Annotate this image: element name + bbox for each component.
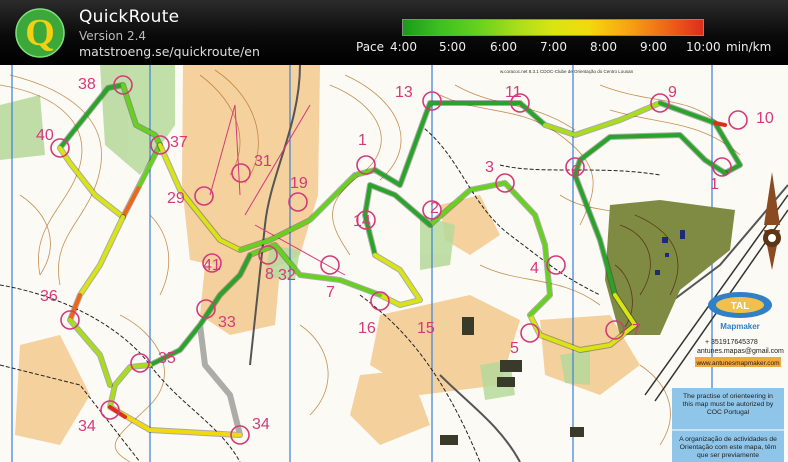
- pace-tick: 10:00: [686, 40, 721, 54]
- control-label: 15: [417, 320, 435, 337]
- app-name: QuickRoute: [79, 7, 180, 27]
- pace-tick: 5:00: [439, 40, 466, 54]
- control-label: 38: [78, 76, 96, 93]
- control-label: 10: [756, 110, 774, 127]
- mapmaker-website: www.antunesmapmaker.com: [695, 360, 779, 367]
- control-label: 41: [203, 257, 221, 274]
- pace-tick: 8:00: [590, 40, 617, 54]
- pace-label: Pace: [356, 40, 385, 54]
- mapmaker-label: Mapmaker: [720, 322, 760, 331]
- app-header: Q QuickRoute Version 2.4 matstroeng.se/q…: [0, 0, 788, 65]
- svg-text:TAL: TAL: [731, 301, 750, 312]
- app-version: Version 2.4: [79, 29, 147, 43]
- control-label: 13: [395, 84, 413, 101]
- pace-tick: 7:00: [540, 40, 567, 54]
- control-label: 33: [218, 314, 236, 331]
- control-label: 31: [254, 153, 272, 170]
- map-header-text: w.coracoc.net 8.3.1 CDOC-Clube de Orient…: [500, 69, 634, 74]
- app-url: matstroeng.se/quickroute/en: [79, 44, 260, 59]
- mapmaker-logo-icon: TAL: [708, 292, 772, 318]
- control-label: 11: [505, 84, 522, 101]
- pace-tick: 4:00: [390, 40, 417, 54]
- notice-portuguese: A organização de actividades de Orientaç…: [679, 436, 777, 459]
- orienteering-map[interactable]: 38 40 37 29 31 19 41 8 32 33 36 35 34 34…: [0, 65, 788, 462]
- mapmaker-email: antunes.mapas@gmail.com: [697, 348, 784, 355]
- control-label: 16: [358, 320, 376, 337]
- control-label: 9: [668, 84, 677, 101]
- control-label: 35: [158, 350, 176, 367]
- control-label: 8: [265, 266, 274, 283]
- pace-unit: min/km: [726, 40, 772, 54]
- control-label: 36: [40, 288, 58, 305]
- control-label: 2: [430, 200, 439, 217]
- control-label: 4: [530, 260, 539, 277]
- control-label: 29: [167, 190, 185, 207]
- quickroute-logo-icon: Q: [15, 8, 65, 58]
- notice-english: The practise of orienteering in this map…: [682, 393, 774, 416]
- control-label: 14: [353, 213, 371, 230]
- control-label: 7: [632, 322, 641, 339]
- control-label: 34: [252, 416, 270, 433]
- control-label: 37: [170, 134, 188, 151]
- control-label: 34: [78, 418, 96, 435]
- control-label: 6: [571, 163, 580, 180]
- pace-tick: 6:00: [490, 40, 517, 54]
- control-label: 19: [290, 175, 308, 192]
- control-label: 3: [485, 159, 494, 176]
- control-label: 1: [358, 132, 367, 149]
- control-label: 32: [278, 267, 296, 284]
- control-label: 1: [710, 176, 719, 193]
- svg-text:Q: Q: [25, 12, 55, 54]
- mapmaker-phone: + 351917645378: [705, 339, 758, 346]
- control-label: 40: [36, 127, 54, 144]
- pace-tick: 9:00: [640, 40, 667, 54]
- control-label: 7: [326, 284, 335, 301]
- pace-color-scale: [402, 19, 704, 36]
- control-label: 5: [510, 340, 519, 357]
